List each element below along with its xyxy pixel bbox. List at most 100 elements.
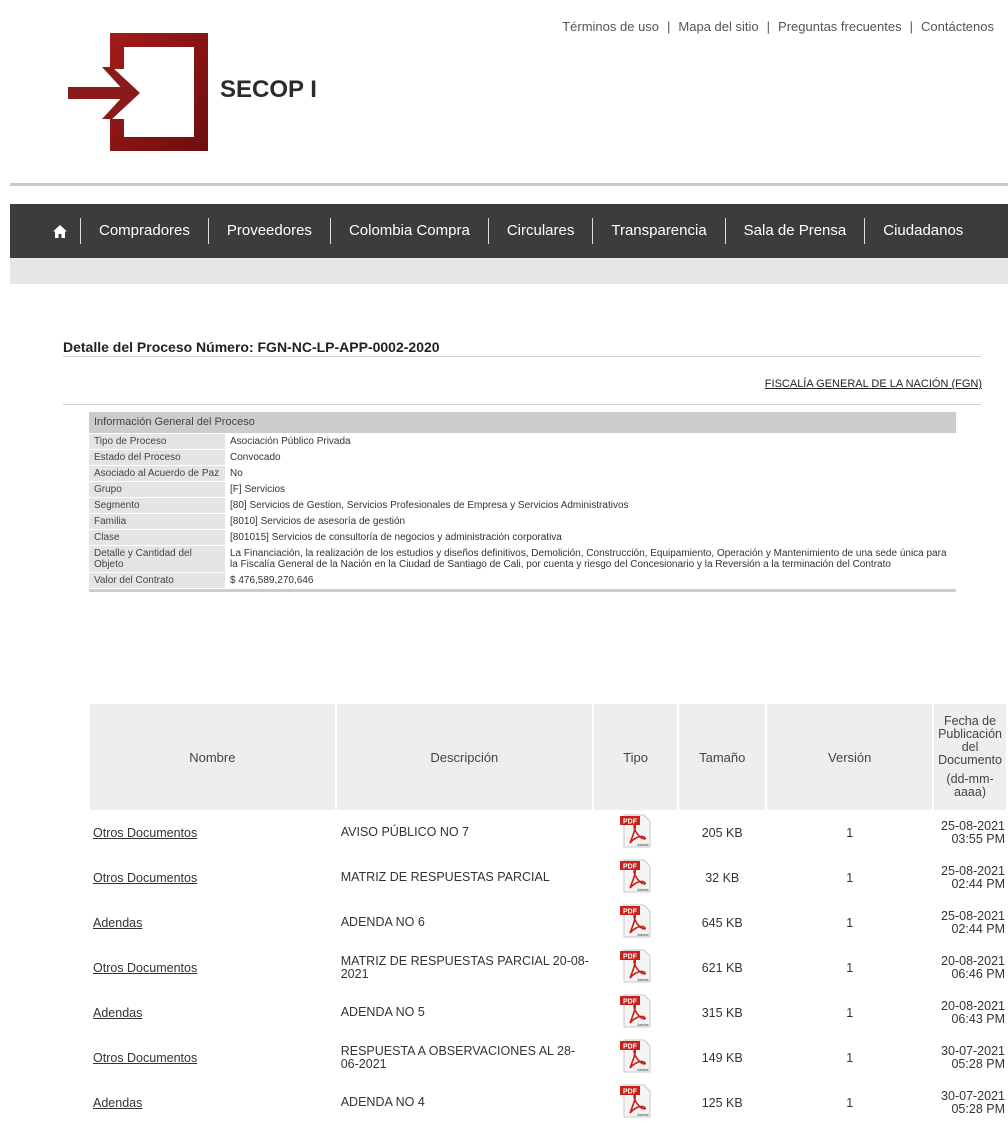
pdf-icon[interactable]: PDF Adobe [618,1083,654,1119]
fecha-date: 30-07-2021 [941,1088,1005,1103]
pdf-icon[interactable]: PDF Adobe [618,993,654,1029]
col-header-tamano[interactable]: Tamaño [679,704,766,810]
fecha-time: 02:44 PM [951,921,1005,936]
cell-fecha: 25-08-2021 02:44 PM [934,855,1006,900]
table-row: Adendas ADENDA NO 4 PDF Adobe 125 KB 1 30-07-2… [90,1080,1006,1125]
fecha-time: 06:46 PM [951,966,1005,981]
fecha-time: 02:44 PM [951,876,1005,891]
link-mapa-sitio[interactable]: Mapa del sitio [678,19,758,34]
cell-version: 1 [846,1050,854,1065]
col-header-version[interactable]: Versión [767,704,933,810]
document-link[interactable]: Adendas [93,916,142,930]
secop-logo-icon[interactable] [68,33,208,151]
cell-tipo: PDF Adobe [594,1080,677,1125]
nav-proveedores[interactable]: Proveedores [207,218,330,244]
cell-descripcion: ADENDA NO 5 [340,1005,425,1019]
fecha-format-label: (dd-mm-aaaa) [946,772,994,799]
nav-sala-prensa[interactable]: Sala de Prensa [724,218,865,244]
home-icon[interactable] [40,204,80,258]
info-value: Asociación Público Privada [225,433,956,450]
info-value: No [225,465,956,482]
info-row: Grupo [F] Servicios [89,481,956,498]
cell-tamano: 125 KB [701,1095,743,1110]
info-label: Detalle y Cantidad del Objeto [89,545,225,573]
cell-descripcion: AVISO PÚBLICO NO 7 [340,825,469,839]
nav-circulares[interactable]: Circulares [487,218,593,244]
nav-transparencia[interactable]: Transparencia [592,218,724,244]
cell-nombre: Adendas [90,900,335,945]
fecha-time: 05:28 PM [951,1056,1005,1071]
cell-nombre: Otros Documentos [90,945,335,990]
cell-fecha: 20-08-2021 06:43 PM [934,990,1006,1035]
col-header-tipo[interactable]: Tipo [593,704,678,810]
fecha-time: 05:28 PM [951,1101,1005,1116]
svg-text:Adobe: Adobe [637,1112,649,1117]
cell-descripcion: RESPUESTA A OBSERVACIONES AL 28-06-2021 [340,1043,576,1071]
document-link[interactable]: Otros Documentos [93,1051,197,1065]
nav-compradores[interactable]: Compradores [80,218,208,244]
cell-nombre: Otros Documentos [90,1035,335,1080]
info-label: Grupo [89,481,225,498]
link-contactenos[interactable]: Contáctenos [921,19,994,34]
cell-nombre: Adendas [90,1080,335,1125]
svg-text:Adobe: Adobe [637,887,649,892]
info-value: [F] Servicios [225,481,956,498]
cell-version: 1 [846,870,854,885]
info-table-header: Información General del Proceso [89,412,956,434]
link-preguntas[interactable]: Preguntas frecuentes [778,19,902,34]
brand-title: SECOP I [220,76,317,103]
cell-nombre: Otros Documentos [90,810,335,855]
cell-version: 1 [846,960,854,975]
separator: | [667,19,671,34]
link-terminos[interactable]: Términos de uso [562,19,659,34]
cell-tipo: PDF Adobe [594,810,677,855]
pdf-icon[interactable]: PDF Adobe [618,858,654,894]
document-link[interactable]: Adendas [93,1096,142,1110]
info-value: $ 476,589,270,646 [225,572,956,589]
fecha-time: 03:55 PM [951,831,1005,846]
pdf-icon[interactable]: PDF Adobe [618,813,654,849]
document-link[interactable]: Otros Documentos [93,961,197,975]
info-value: [801015] Servicios de consultoría de neg… [225,529,956,546]
col-header-nombre[interactable]: Nombre [90,704,335,810]
cell-tipo: PDF Adobe [594,990,677,1035]
cell-tamano: 205 KB [701,825,743,840]
cell-descripcion: ADENDA NO 6 [340,915,425,929]
fecha-time: 06:43 PM [951,1011,1005,1026]
sub-bar [10,258,1008,284]
cell-fecha: 30-07-2021 05:28 PM [934,1080,1006,1125]
info-label: Familia [89,513,225,530]
info-value: La Financiación, la realización de los e… [225,545,956,573]
table-row: Adendas ADENDA NO 5 PDF Adobe 315 KB 1 20-08-2… [90,990,1006,1035]
cell-fecha: 25-08-2021 02:44 PM [934,900,1006,945]
pdf-icon[interactable]: PDF Adobe [618,903,654,939]
fecha-date: 25-08-2021 [941,863,1005,878]
pdf-icon[interactable]: PDF Adobe [618,948,654,984]
col-header-fecha[interactable]: Fecha de Publicación del Documento (dd-m… [934,704,1006,810]
nav-colombia-compra[interactable]: Colombia Compra [329,218,488,244]
main-nav: Compradores Proveedores Colombia Compra … [10,204,1008,258]
info-row: Asociado al Acuerdo de Paz No [89,465,956,482]
nav-ciudadanos[interactable]: Ciudadanos [864,218,981,244]
document-link[interactable]: Adendas [93,1006,142,1020]
page-title: Detalle del Proceso Número: FGN-NC-LP-AP… [63,339,440,355]
table-row: Otros Documentos RESPUESTA A OBSERVACIONE… [90,1035,1006,1080]
cell-tamano: 149 KB [701,1050,743,1065]
separator: | [909,19,913,34]
cell-fecha: 30-07-2021 05:28 PM [934,1035,1006,1080]
cell-nombre: Adendas [90,990,335,1035]
entity-link[interactable]: FISCALÍA GENERAL DE LA NACIÓN (FGN) [765,378,982,390]
info-row: Estado del Proceso Convocado [89,449,956,466]
pdf-icon[interactable]: PDF Adobe [618,1038,654,1074]
info-row: Valor del Contrato $ 476,589,270,646 [89,572,956,589]
cell-tipo: PDF Adobe [594,945,677,990]
info-label: Segmento [89,497,225,514]
fecha-date: 25-08-2021 [941,818,1005,833]
document-link[interactable]: Otros Documentos [93,871,197,885]
svg-text:Adobe: Adobe [637,1022,649,1027]
svg-text:Adobe: Adobe [637,977,649,982]
document-link[interactable]: Otros Documentos [93,826,197,840]
cell-version: 1 [846,915,854,930]
col-header-descripcion[interactable]: Descripción [336,704,592,810]
info-label: Clase [89,529,225,546]
